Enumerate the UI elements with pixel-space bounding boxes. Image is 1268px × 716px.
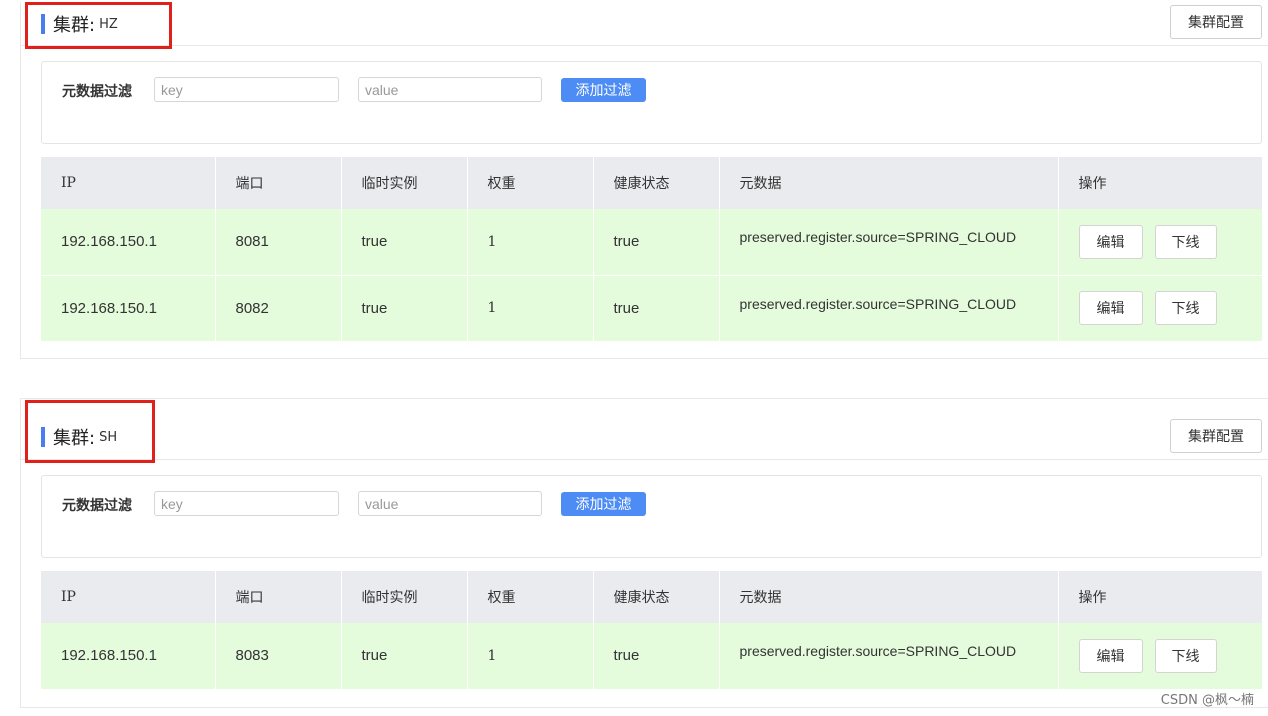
metadata-filter-box: 元数据过滤 添加过滤 — [41, 61, 1262, 144]
column-header-weight: 权重 — [467, 571, 594, 623]
cell-health: true — [593, 623, 720, 690]
cluster-header: 集群: SH 集群配置 — [21, 399, 1268, 460]
cell-weight: 1 — [467, 275, 594, 342]
table-header-row: IP 端口 临时实例 权重 健康状态 元数据 操作 — [41, 157, 1263, 209]
table-header-row: IP 端口 临时实例 权重 健康状态 元数据 操作 — [41, 571, 1263, 623]
offline-button[interactable]: 下线 — [1154, 638, 1217, 673]
column-header-ip: IP — [41, 571, 216, 623]
column-header-health: 健康状态 — [593, 571, 720, 623]
cluster-config-button[interactable]: 集群配置 — [1170, 419, 1262, 453]
column-header-port: 端口 — [215, 157, 342, 209]
add-filter-button[interactable]: 添加过滤 — [561, 78, 646, 102]
cell-metadata: preserved.register.source=SPRING_CLOUD — [719, 209, 1059, 276]
cell-actions: 编辑 下线 — [1058, 209, 1263, 276]
column-header-ip: IP — [41, 157, 216, 209]
table-row: 192.168.150.1 8083 true 1 true preserved… — [41, 623, 1263, 690]
table-row: 192.168.150.1 8081 true 1 true preserved… — [41, 209, 1263, 276]
cell-metadata: preserved.register.source=SPRING_CLOUD — [719, 275, 1059, 342]
highlight-box-sh — [25, 400, 155, 463]
cell-port: 8083 — [215, 623, 342, 690]
filter-label: 元数据过滤 — [62, 84, 132, 100]
cluster-panel-sh: 集群: SH 集群配置 元数据过滤 添加过滤 IP 端口 临时实例 权重 健康状… — [20, 398, 1268, 708]
edit-button[interactable]: 编辑 — [1078, 224, 1143, 259]
column-header-actions: 操作 — [1058, 571, 1263, 623]
cluster-config-button[interactable]: 集群配置 — [1170, 5, 1262, 39]
cell-ephemeral: true — [341, 623, 468, 690]
cell-weight: 1 — [467, 623, 594, 690]
column-header-port: 端口 — [215, 571, 342, 623]
filter-key-input[interactable] — [154, 77, 339, 102]
cluster-header: 集群: HZ 集群配置 — [21, 2, 1268, 46]
cell-health: true — [593, 275, 720, 342]
column-header-weight: 权重 — [467, 157, 594, 209]
cell-health: true — [593, 209, 720, 276]
cell-ephemeral: true — [341, 275, 468, 342]
instance-table: IP 端口 临时实例 权重 健康状态 元数据 操作 192.168.150.1 … — [41, 157, 1263, 342]
table-row: 192.168.150.1 8082 true 1 true preserved… — [41, 275, 1263, 342]
column-header-metadata: 元数据 — [719, 571, 1059, 623]
cell-ip: 192.168.150.1 — [41, 275, 216, 342]
column-header-ephemeral: 临时实例 — [341, 571, 468, 623]
column-header-health: 健康状态 — [593, 157, 720, 209]
cell-port: 8082 — [215, 275, 342, 342]
cell-port: 8081 — [215, 209, 342, 276]
cell-ip: 192.168.150.1 — [41, 623, 216, 690]
cell-weight: 1 — [467, 209, 594, 276]
instance-table: IP 端口 临时实例 权重 健康状态 元数据 操作 192.168.150.1 … — [41, 571, 1263, 690]
watermark: CSDN @枫～楠 — [1160, 693, 1254, 708]
column-header-actions: 操作 — [1058, 157, 1263, 209]
edit-button[interactable]: 编辑 — [1078, 291, 1143, 325]
filter-value-input[interactable] — [358, 491, 542, 516]
metadata-filter-box: 元数据过滤 添加过滤 — [41, 475, 1262, 558]
cell-actions: 编辑 下线 — [1058, 275, 1263, 342]
add-filter-button[interactable]: 添加过滤 — [561, 492, 646, 516]
filter-label: 元数据过滤 — [62, 498, 132, 514]
cell-actions: 编辑 下线 — [1058, 623, 1263, 690]
cell-metadata: preserved.register.source=SPRING_CLOUD — [719, 623, 1059, 690]
offline-button[interactable]: 下线 — [1154, 291, 1217, 325]
edit-button[interactable]: 编辑 — [1078, 638, 1143, 673]
filter-value-input[interactable] — [358, 77, 542, 102]
cell-ephemeral: true — [341, 209, 468, 276]
cell-ip: 192.168.150.1 — [41, 209, 216, 276]
column-header-ephemeral: 临时实例 — [341, 157, 468, 209]
filter-key-input[interactable] — [154, 491, 339, 516]
offline-button[interactable]: 下线 — [1154, 224, 1217, 259]
cluster-panel-hz: 集群: HZ 集群配置 元数据过滤 添加过滤 IP 端口 临时实例 权重 健康状… — [20, 2, 1268, 359]
highlight-box-hz — [25, 2, 172, 49]
column-header-metadata: 元数据 — [719, 157, 1059, 209]
